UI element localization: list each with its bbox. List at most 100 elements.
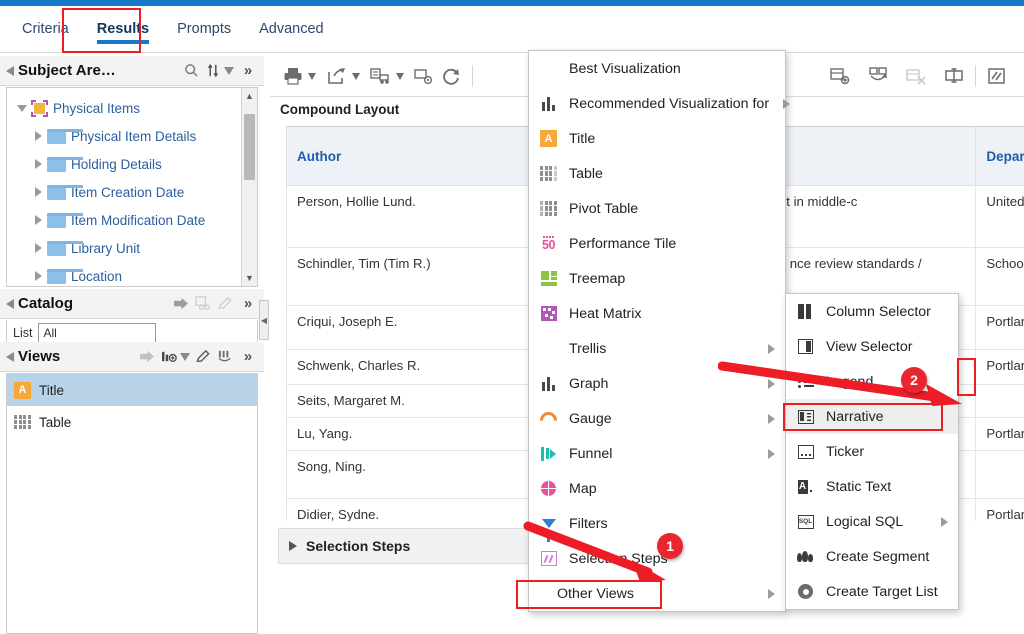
- subject-areas-header[interactable]: Subject Are… »: [0, 56, 264, 86]
- catalog-list-select[interactable]: All: [38, 323, 156, 343]
- chevron-down-icon[interactable]: [224, 67, 234, 75]
- catalog-title: Catalog: [18, 295, 73, 312]
- search-icon[interactable]: [180, 60, 202, 82]
- tree-vertical-scrollbar[interactable]: ▲ ▼: [241, 88, 257, 286]
- menu-item-other-views[interactable]: Other Views: [529, 576, 785, 611]
- edit-layout-icon[interactable]: [865, 61, 891, 91]
- copy-icon[interactable]: [192, 293, 214, 315]
- expand-triangle-icon[interactable]: [29, 187, 47, 197]
- edit-report-icon[interactable]: [412, 61, 438, 91]
- menu-item-treemap[interactable]: Treemap: [529, 261, 785, 296]
- views-item-table[interactable]: Table: [7, 406, 257, 438]
- menu-item-title[interactable]: A Title: [529, 121, 785, 156]
- new-view-icon[interactable]: [827, 61, 853, 91]
- remove-view-icon[interactable]: [903, 61, 929, 91]
- copy-to-icon[interactable]: [368, 61, 394, 91]
- catalog-header[interactable]: Catalog »: [0, 289, 264, 319]
- menu-item-recommended-visualization[interactable]: Recommended Visualization for: [529, 86, 785, 121]
- export-dropdown-caret[interactable]: [352, 73, 360, 80]
- scroll-down-icon[interactable]: ▼: [242, 270, 257, 286]
- rename-view-icon[interactable]: [941, 61, 967, 91]
- menu-item-ticker[interactable]: Ticker: [786, 434, 958, 469]
- expand-triangle-icon[interactable]: [29, 243, 47, 253]
- menu-item-static-text[interactable]: A Static Text: [786, 469, 958, 504]
- menu-item-table[interactable]: Table: [529, 156, 785, 191]
- edit-pencil-icon[interactable]: [214, 293, 236, 315]
- add-to-analysis-icon[interactable]: [170, 293, 192, 315]
- edit-view-icon[interactable]: [192, 346, 214, 368]
- expand-panel-icon[interactable]: »: [236, 293, 258, 315]
- menu-item-pivot-table[interactable]: Pivot Table: [529, 191, 785, 226]
- sort-icon[interactable]: [202, 60, 224, 82]
- menu-item-label: Recommended Visualization for: [569, 96, 769, 112]
- collapse-triangle-icon[interactable]: [6, 66, 14, 76]
- expand-triangle-icon[interactable]: [13, 105, 31, 112]
- expand-panel-icon[interactable]: »: [236, 60, 258, 82]
- expand-triangle-icon[interactable]: [29, 131, 47, 141]
- tab-advanced[interactable]: Advanced: [245, 6, 338, 52]
- menu-item-trellis[interactable]: Trellis: [529, 331, 785, 366]
- views-list[interactable]: A Title Table: [6, 373, 258, 634]
- print-icon[interactable]: [280, 61, 306, 91]
- export-icon[interactable]: [324, 61, 350, 91]
- expand-triangle-icon[interactable]: [289, 541, 297, 551]
- views-header[interactable]: Views »: [0, 342, 264, 372]
- new-view-icon[interactable]: [158, 346, 180, 368]
- menu-item-narrative[interactable]: Narrative: [786, 399, 958, 434]
- menu-item-legend[interactable]: Legend: [786, 364, 958, 399]
- menu-item-funnel[interactable]: Funnel: [529, 436, 785, 471]
- tree-node-item-creation-date[interactable]: Item Creation Date: [7, 178, 257, 206]
- duplicate-view-icon[interactable]: [214, 346, 236, 368]
- column-header-department[interactable]: Department: [976, 127, 1024, 186]
- selection-steps-icon: [539, 550, 558, 567]
- folder-icon: [47, 185, 66, 200]
- filters-icon: [539, 515, 558, 532]
- cell-department: Portland te: [976, 306, 1024, 350]
- menu-item-logical-sql[interactable]: SQL Logical SQL: [786, 504, 958, 539]
- chevron-down-icon[interactable]: [180, 353, 190, 361]
- other-views-submenu[interactable]: Column Selector View Selector Legend Nar…: [785, 293, 959, 610]
- menu-item-label: Logical SQL: [826, 514, 903, 530]
- views-item-title[interactable]: A Title: [7, 374, 257, 406]
- menu-item-heat-matrix[interactable]: Heat Matrix: [529, 296, 785, 331]
- tree-node-library-unit[interactable]: Library Unit: [7, 234, 257, 262]
- scroll-up-icon[interactable]: ▲: [242, 88, 257, 104]
- menu-item-graph[interactable]: Graph: [529, 366, 785, 401]
- menu-item-view-selector[interactable]: View Selector: [786, 329, 958, 364]
- collapse-triangle-icon[interactable]: [6, 352, 14, 362]
- subject-areas-tree[interactable]: Physical Items Physical Item Details Hol…: [6, 87, 258, 287]
- panel-splitter-handle[interactable]: ◀: [259, 300, 269, 340]
- menu-item-map[interactable]: Map: [529, 471, 785, 506]
- create-segment-icon: [796, 548, 815, 565]
- tab-prompts[interactable]: Prompts: [163, 6, 245, 52]
- tab-results[interactable]: Results: [83, 6, 163, 52]
- menu-item-column-selector[interactable]: Column Selector: [786, 294, 958, 329]
- tab-criteria[interactable]: Criteria: [8, 6, 83, 52]
- print-dropdown-caret[interactable]: [308, 73, 316, 80]
- expand-triangle-icon[interactable]: [29, 215, 47, 225]
- menu-item-gauge[interactable]: Gauge: [529, 401, 785, 436]
- menu-item-best-visualization[interactable]: Best Visualization: [529, 51, 785, 86]
- tree-node-physical-item-details[interactable]: Physical Item Details: [7, 122, 257, 150]
- tree-node-holding-details[interactable]: Holding Details: [7, 150, 257, 178]
- menu-item-create-target-list[interactable]: Create Target List: [786, 574, 958, 609]
- menu-item-label: Selection Steps: [569, 551, 668, 567]
- cell-author: Seits, Margaret M.: [287, 385, 548, 418]
- add-view-to-layout-icon[interactable]: [136, 346, 158, 368]
- expand-triangle-icon[interactable]: [29, 159, 47, 169]
- tree-node-item-modification-date[interactable]: Item Modification Date: [7, 206, 257, 234]
- menu-item-filters[interactable]: Filters: [529, 506, 785, 541]
- refresh-icon[interactable]: [438, 61, 464, 91]
- scrollbar-thumb[interactable]: [244, 114, 255, 180]
- tree-node-location[interactable]: Location: [7, 262, 257, 287]
- tree-node-physical-items[interactable]: Physical Items: [7, 94, 257, 122]
- new-view-menu[interactable]: Best Visualization Recommended Visualiza…: [528, 50, 786, 612]
- menu-item-create-segment[interactable]: Create Segment: [786, 539, 958, 574]
- expand-triangle-icon[interactable]: [29, 271, 47, 281]
- copy-to-dropdown-caret[interactable]: [396, 73, 404, 80]
- column-header-author[interactable]: Author: [287, 127, 548, 186]
- collapse-triangle-icon[interactable]: [6, 299, 14, 309]
- selection-steps-icon[interactable]: [984, 61, 1010, 91]
- menu-item-performance-tile[interactable]: 50 Performance Tile: [529, 226, 785, 261]
- expand-panel-icon[interactable]: »: [236, 346, 258, 368]
